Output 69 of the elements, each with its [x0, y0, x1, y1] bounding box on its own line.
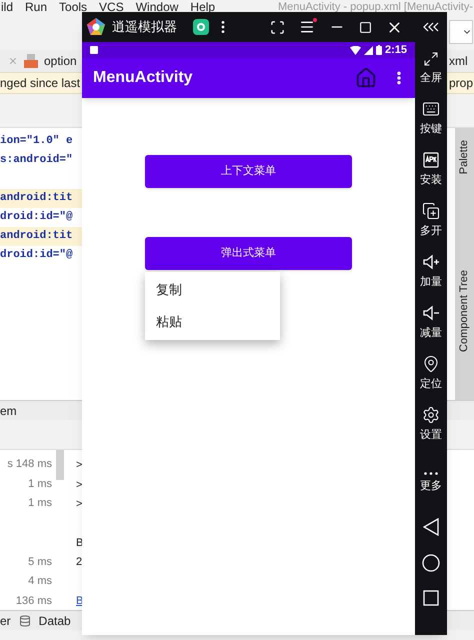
- home-circle-icon[interactable]: [422, 554, 440, 572]
- side-tab[interactable]: Component Tree: [456, 270, 473, 352]
- menu-item[interactable]: ild: [1, 0, 14, 14]
- banner-text: nged since last: [0, 75, 80, 92]
- volume-up-icon: [422, 252, 440, 270]
- console-text: >: [76, 458, 84, 473]
- fullscreen-icon: [423, 50, 439, 66]
- banner-text: prop: [448, 75, 474, 92]
- keyboard-icon: [422, 100, 440, 118]
- tool-label[interactable]: 加量: [420, 274, 442, 290]
- editor-tab[interactable]: option: [44, 52, 77, 70]
- dropdown-field[interactable]: [449, 20, 473, 44]
- menu-demo-button[interactable]: 弹出式菜单: [145, 237, 352, 270]
- apk-file-icon: [422, 150, 440, 168]
- recents-square-icon[interactable]: [423, 590, 439, 606]
- wifi-icon: [350, 46, 361, 54]
- tool-label[interactable]: 设置: [420, 426, 442, 443]
- location-pin-icon: [422, 354, 440, 372]
- volume-down-icon: [422, 304, 440, 322]
- database-icon[interactable]: [18, 614, 31, 626]
- status-bar-label: Datab: [38, 612, 71, 630]
- console-text: >: [76, 497, 84, 512]
- window-title: MenuActivity - popup.xml [MenuActivity-: [278, 0, 473, 14]
- tool-label[interactable]: 定位: [420, 376, 442, 392]
- menu-item[interactable]: Run: [25, 0, 48, 14]
- collapse-chevrons-icon[interactable]: [423, 22, 439, 32]
- tool-label[interactable]: 全屏: [420, 70, 442, 86]
- timing-text: s 148 ms: [7, 457, 52, 472]
- menu-demo-button[interactable]: 上下文菜单: [145, 155, 352, 188]
- status-time: 2:15: [384, 42, 407, 58]
- logo-icon: [86, 17, 106, 37]
- app-title: MenuActivity: [93, 68, 193, 88]
- tool-label[interactable]: 安装: [420, 172, 442, 188]
- menu-item[interactable]: Help: [190, 0, 216, 14]
- editor-tab[interactable]: xml: [447, 52, 474, 70]
- code-line: s:android=": [0, 153, 74, 168]
- timing-text: 5 ms: [28, 554, 52, 570]
- scrollbar: [56, 450, 64, 480]
- tool-label[interactable]: 减量: [420, 324, 442, 341]
- timing-text: 136 ms: [16, 594, 52, 608]
- maximize-icon[interactable]: [359, 20, 372, 34]
- settings-icon: [422, 406, 440, 424]
- timing-text: 1 ms: [28, 496, 52, 511]
- tool-label[interactable]: 按键: [420, 120, 442, 137]
- side-tab[interactable]: Palette: [456, 140, 473, 174]
- status-bar-label: er: [0, 612, 11, 630]
- tool-label[interactable]: 多开: [420, 222, 442, 239]
- panel-title: em: [0, 402, 17, 420]
- emulator-title: 逍遥模拟器: [112, 18, 177, 36]
- battery-icon: [376, 45, 382, 55]
- menu-item[interactable]: Window: [136, 0, 178, 14]
- tool-label[interactable]: 更多: [420, 478, 442, 494]
- screenshot-icon[interactable]: [270, 20, 285, 34]
- menu-item[interactable]: VCS: [99, 0, 124, 14]
- back-icon[interactable]: [423, 518, 439, 536]
- popup-menu-item[interactable]: 粘贴: [145, 306, 280, 338]
- signal-icon: [364, 46, 373, 54]
- console-text: 2: [76, 555, 84, 570]
- popup-menu-item[interactable]: 复制: [145, 274, 280, 306]
- code-line: droid:id="@: [0, 210, 74, 226]
- console-text: >: [76, 478, 84, 492]
- more-icon: [424, 472, 438, 474]
- code-line: droid:id="@: [0, 248, 74, 264]
- menu-icon[interactable]: [299, 19, 315, 35]
- timing-text: 4 ms: [28, 574, 52, 589]
- window-plus-icon: [422, 202, 440, 220]
- menu-item[interactable]: Tools: [59, 0, 88, 14]
- timing-text: 1 ms: [28, 476, 52, 492]
- code-line: ion="1.0" e: [0, 134, 74, 150]
